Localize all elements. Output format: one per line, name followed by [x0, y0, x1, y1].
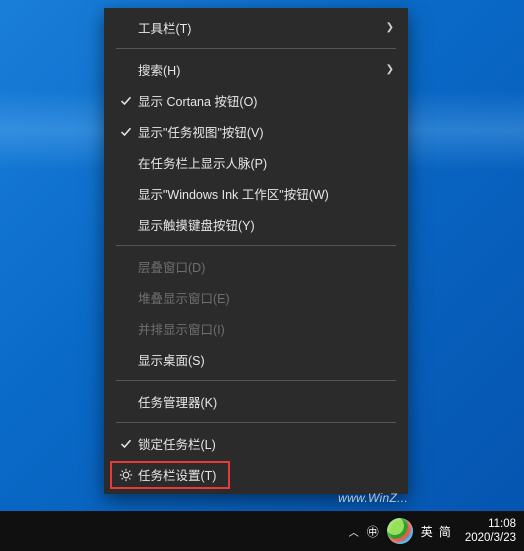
menu-show-taskview[interactable]: 显示"任务视图"按钮(V)	[104, 116, 408, 147]
menu-show-cortana-label: 显示 Cortana 按钮(O)	[138, 91, 394, 110]
menu-stacked-windows: 堆叠显示窗口(E)	[104, 282, 408, 313]
start-orb-icon[interactable]	[387, 518, 413, 544]
ime-indicator[interactable]: 英 简	[421, 523, 451, 540]
desktop-wallpaper: 工具栏(T) ❯ 搜索(H) ❯ 显示 Cortana 按钮(O) 显示"任务视…	[0, 0, 524, 511]
menu-lock-taskbar[interactable]: 锁定任务栏(L)	[104, 428, 408, 459]
watermark-text: www.WinZ...	[338, 491, 408, 505]
menu-search-label: 搜索(H)	[138, 60, 382, 79]
menu-cascade-label: 层叠窗口(D)	[138, 257, 394, 276]
menu-cascade-windows: 层叠窗口(D)	[104, 251, 408, 282]
menu-separator	[116, 48, 396, 49]
menu-task-manager[interactable]: 任务管理器(K)	[104, 386, 408, 417]
menu-separator	[116, 245, 396, 246]
clock-time: 11:08	[488, 517, 516, 531]
taskbar-clock[interactable]: 11:08 2020/3/23	[465, 517, 516, 546]
menu-toolbars-label: 工具栏(T)	[138, 18, 382, 37]
check-icon	[114, 438, 138, 450]
menu-show-windows-ink[interactable]: 显示"Windows Ink 工作区"按钮(W)	[104, 178, 408, 209]
menu-lock-taskbar-label: 锁定任务栏(L)	[138, 434, 394, 453]
ime-status-icon[interactable]: ㊥	[367, 523, 379, 540]
ime-mode-label: 英	[421, 523, 433, 540]
menu-separator	[116, 422, 396, 423]
menu-show-taskview-label: 显示"任务视图"按钮(V)	[138, 122, 394, 141]
menu-show-people[interactable]: 在任务栏上显示人脉(P)	[104, 147, 408, 178]
menu-show-windows-ink-label: 显示"Windows Ink 工作区"按钮(W)	[138, 184, 394, 203]
menu-show-touch-keyboard-label: 显示触摸键盘按钮(Y)	[138, 215, 394, 234]
ime-full-label: 简	[439, 523, 451, 540]
menu-show-people-label: 在任务栏上显示人脉(P)	[138, 153, 394, 172]
clock-date: 2020/3/23	[465, 531, 516, 545]
chevron-right-icon: ❯	[382, 64, 394, 75]
menu-sidebyside-windows: 并排显示窗口(I)	[104, 313, 408, 344]
menu-stacked-label: 堆叠显示窗口(E)	[138, 288, 394, 307]
menu-show-touch-keyboard[interactable]: 显示触摸键盘按钮(Y)	[104, 209, 408, 240]
system-tray: ︿ ㊥ 英 简 11:08 2020/3/23	[349, 517, 516, 546]
menu-task-manager-label: 任务管理器(K)	[138, 392, 394, 411]
gear-icon	[114, 468, 138, 482]
menu-show-cortana[interactable]: 显示 Cortana 按钮(O)	[104, 85, 408, 116]
menu-toolbars[interactable]: 工具栏(T) ❯	[104, 12, 408, 43]
menu-show-desktop-label: 显示桌面(S)	[138, 350, 394, 369]
chevron-right-icon: ❯	[382, 22, 394, 33]
menu-taskbar-settings[interactable]: 任务栏设置(T)	[104, 459, 408, 490]
taskbar[interactable]: ︿ ㊥ 英 简 11:08 2020/3/23	[0, 511, 524, 551]
menu-taskbar-settings-label: 任务栏设置(T)	[138, 465, 394, 484]
taskbar-context-menu: 工具栏(T) ❯ 搜索(H) ❯ 显示 Cortana 按钮(O) 显示"任务视…	[104, 8, 408, 494]
check-icon	[114, 126, 138, 138]
menu-show-desktop[interactable]: 显示桌面(S)	[104, 344, 408, 375]
check-icon	[114, 95, 138, 107]
menu-separator	[116, 380, 396, 381]
tray-overflow-chevron-icon[interactable]: ︿	[349, 524, 359, 539]
menu-search[interactable]: 搜索(H) ❯	[104, 54, 408, 85]
menu-sidebyside-label: 并排显示窗口(I)	[138, 319, 394, 338]
